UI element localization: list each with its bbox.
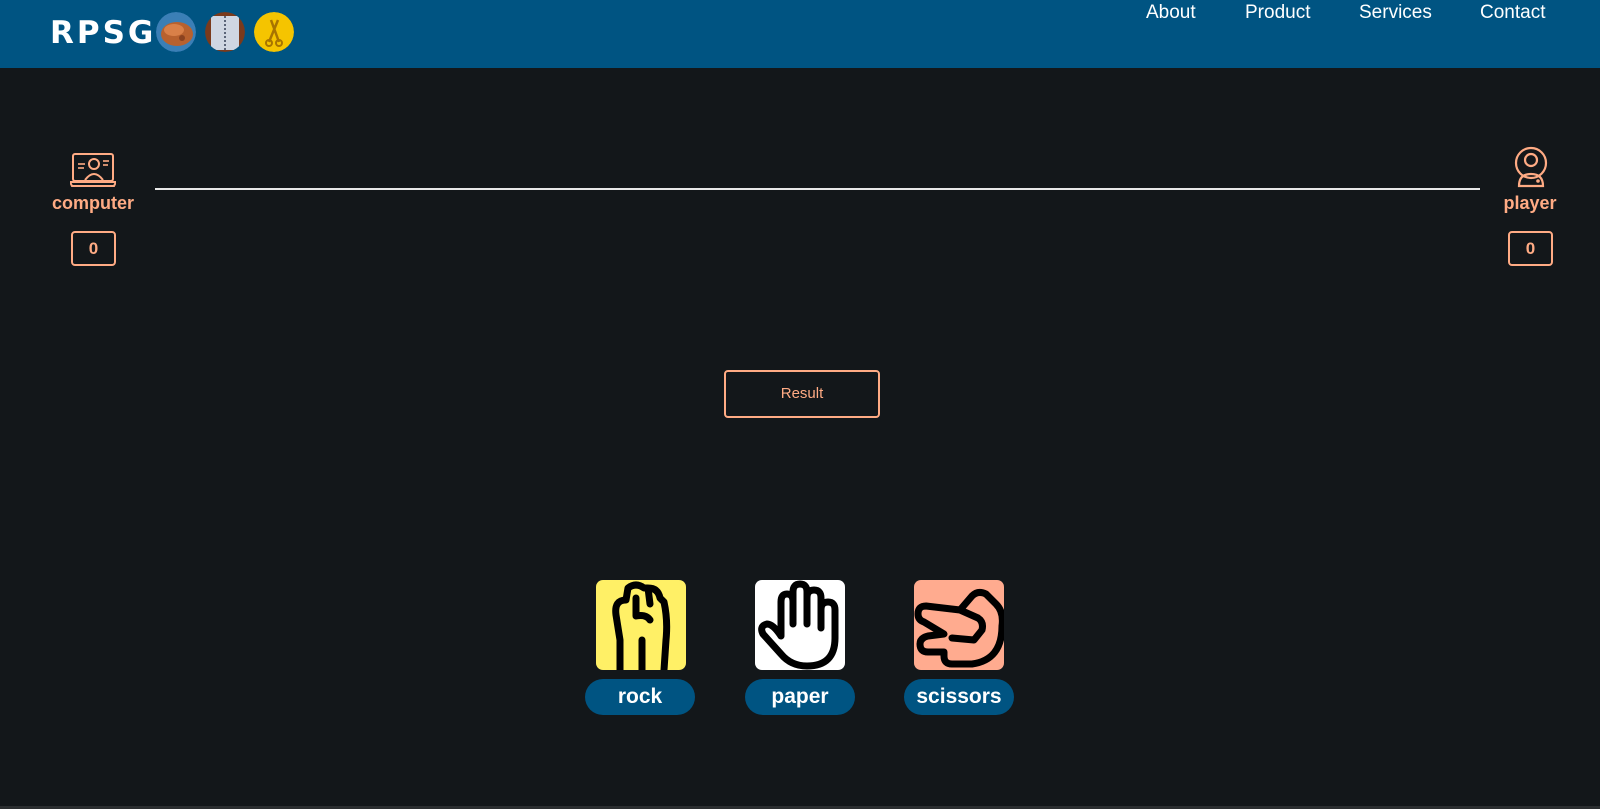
rock-button[interactable]: rock <box>585 679 695 715</box>
navbar: RPSG About Product Services Contact <box>0 0 1600 68</box>
nav-contact[interactable]: Contact <box>1480 0 1545 26</box>
nav-services[interactable]: Services <box>1359 0 1432 26</box>
scissors-logo-icon <box>254 12 294 52</box>
computer-icon <box>68 152 118 188</box>
scissors-tile[interactable] <box>914 580 1004 670</box>
player-score: 0 <box>1508 231 1553 266</box>
divider-line <box>155 188 1480 190</box>
player-icon <box>1514 146 1548 188</box>
open-hand-icon <box>758 580 839 670</box>
paper-logo-icon <box>205 12 245 52</box>
rock-logo-icon <box>156 12 196 52</box>
scissors-button[interactable]: scissors <box>904 679 1014 715</box>
nav-about[interactable]: About <box>1146 0 1196 26</box>
computer-score: 0 <box>71 231 116 266</box>
brand-title[interactable]: RPSG <box>50 13 156 53</box>
computer-label: computer <box>51 193 134 213</box>
scissors-hand-icon <box>914 588 1004 668</box>
nav-product[interactable]: Product <box>1245 0 1310 26</box>
fist-icon <box>612 581 671 670</box>
player-label: player <box>1503 193 1557 213</box>
paper-button[interactable]: paper <box>745 679 855 715</box>
paper-tile[interactable] <box>755 580 845 670</box>
result-button[interactable]: Result <box>724 370 880 418</box>
rock-tile[interactable] <box>596 580 686 670</box>
